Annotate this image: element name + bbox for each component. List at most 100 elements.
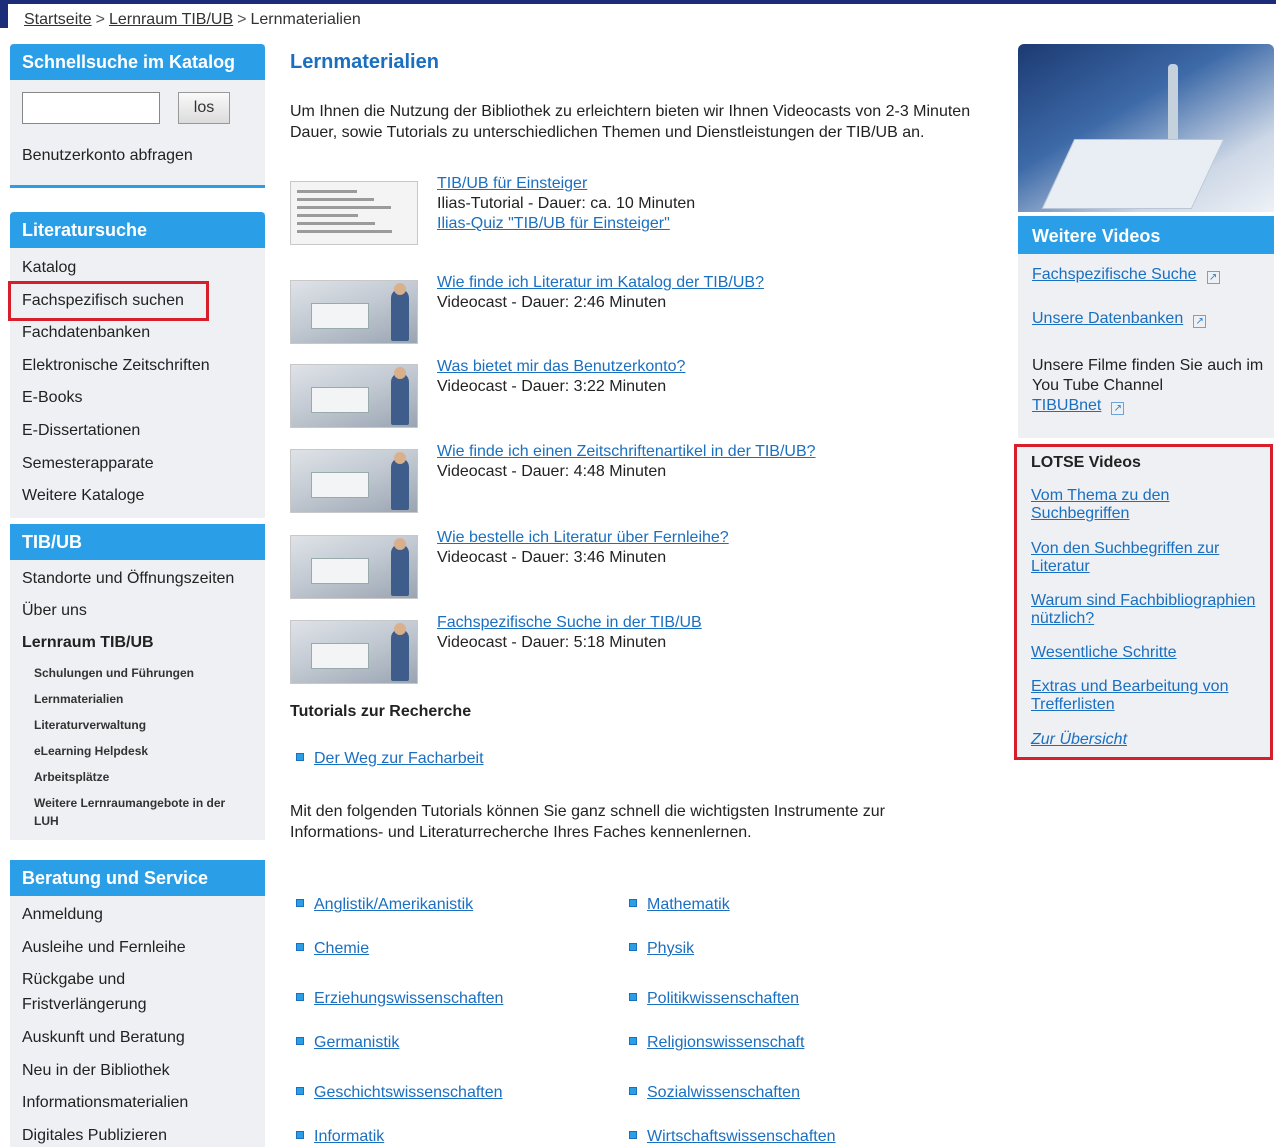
- subject-link[interactable]: Politikwissenschaften: [629, 990, 799, 1008]
- subject-link-text[interactable]: Politikwissenschaften: [647, 990, 799, 1007]
- lotse-video-link[interactable]: Wesentliche Schritte: [1031, 644, 1267, 662]
- bullet-icon: [296, 992, 304, 1001]
- media-item: Fachspezifische Suche in der TIB/UB Video…: [290, 614, 890, 686]
- subject-link[interactable]: Religionswissenschaft: [629, 1034, 804, 1052]
- beratung-title: Beratung und Service: [10, 860, 265, 896]
- subject-link[interactable]: Sozialwissenschaften: [629, 1084, 800, 1102]
- subject-link-text[interactable]: Germanistik: [314, 1034, 399, 1051]
- catalog-search-button[interactable]: los: [178, 92, 230, 124]
- account-link[interactable]: Benutzerkonto abfragen: [10, 147, 193, 165]
- media-item: Wie finde ich einen Zeitschriftenartikel…: [290, 443, 890, 515]
- subject-link[interactable]: Wirtschaftswissenschaften: [629, 1128, 836, 1146]
- video-thumbnail[interactable]: [290, 620, 418, 684]
- subject-link-text[interactable]: Physik: [647, 940, 694, 957]
- video-thumbnail[interactable]: [290, 449, 418, 513]
- sidebar-item-beratung[interactable]: Neu in der Bibliothek: [10, 1059, 170, 1083]
- sidebar-item-literatursuche[interactable]: Elektronische Zeitschriften: [10, 354, 210, 378]
- media-title-link[interactable]: TIB/UB für Einsteiger: [437, 175, 587, 193]
- subject-link[interactable]: Mathematik: [629, 896, 730, 914]
- thumb-screen-shape: [311, 387, 369, 413]
- sidebar-subitem-lernraum[interactable]: Schulungen und Führungen: [10, 664, 194, 682]
- media-quiz-link[interactable]: Ilias-Quiz "TIB/UB für Einsteiger": [437, 215, 670, 233]
- sidebar-item-beratung[interactable]: Rückgabe und: [10, 968, 125, 992]
- thumb-screen-shape: [311, 303, 369, 329]
- sidebar-item-literatursuche[interactable]: Katalog: [10, 256, 76, 280]
- sidebar-subitem-lernraum[interactable]: Arbeitsplätze: [10, 768, 109, 786]
- sidebar-item-beratung[interactable]: Informationsmaterialien: [10, 1091, 188, 1115]
- bullet-icon: [629, 898, 637, 907]
- subject-link-text[interactable]: Anglistik/Amerikanistik: [314, 896, 473, 913]
- subject-link[interactable]: Anglistik/Amerikanistik: [296, 896, 473, 914]
- catalog-search-input[interactable]: [22, 92, 160, 124]
- right-link-datenbanken[interactable]: Unsere Datenbanken ↗: [1032, 310, 1207, 328]
- youtube-channel-link[interactable]: TIBUBnet: [1032, 397, 1101, 414]
- subject-link-text[interactable]: Sozialwissenschaften: [647, 1084, 800, 1101]
- subject-link[interactable]: Germanistik: [296, 1034, 399, 1052]
- subject-link[interactable]: Geschichtswissenschaften: [296, 1084, 503, 1102]
- bullet-icon: [629, 1036, 637, 1045]
- video-thumbnail[interactable]: [290, 364, 418, 428]
- sidebar-item-tibub[interactable]: Über uns: [10, 599, 87, 623]
- media-title-link[interactable]: Wie bestelle ich Literatur über Fernleih…: [437, 529, 729, 547]
- lotse-title: LOTSE Videos: [1031, 454, 1141, 471]
- right-link-text[interactable]: Unsere Datenbanken: [1032, 310, 1183, 327]
- literatursuche-panel: Literatursuche Katalog Fachspezifisch suc…: [10, 212, 265, 518]
- subject-link-text[interactable]: Wirtschaftswissenschaften: [647, 1128, 836, 1145]
- sidebar-item-literatursuche[interactable]: Fachdatenbanken: [10, 321, 150, 345]
- media-description: Videocast - Dauer: 3:22 Minuten: [437, 378, 667, 395]
- sidebar-item-beratung[interactable]: Auskunft und Beratung: [10, 1026, 185, 1050]
- external-link-icon: ↗: [1111, 402, 1125, 415]
- media-description: Ilias-Tutorial - Dauer: ca. 10 Minuten: [437, 195, 696, 212]
- tutorial-link-facharbeit[interactable]: Der Weg zur Facharbeit: [296, 750, 484, 768]
- subject-link-text[interactable]: Geschichtswissenschaften: [314, 1084, 503, 1101]
- media-title-link[interactable]: Wie finde ich Literatur im Katalog der T…: [437, 274, 764, 292]
- right-link-fachspezifisch[interactable]: Fachspezifische Suche ↗: [1032, 266, 1220, 284]
- sidebar-subitem-lernraum[interactable]: Lernmaterialien: [10, 690, 123, 708]
- subject-link[interactable]: Physik: [629, 940, 694, 958]
- thumb-person-shape: [391, 373, 409, 425]
- sidebar-item-beratung[interactable]: Digitales Publizieren: [10, 1124, 167, 1147]
- subject-link[interactable]: Chemie: [296, 940, 369, 958]
- media-title-link[interactable]: Wie finde ich einen Zeitschriftenartikel…: [437, 443, 816, 461]
- media-item: Wie finde ich Literatur im Katalog der T…: [290, 274, 890, 346]
- lotse-video-link[interactable]: Zur Übersicht: [1031, 731, 1267, 749]
- video-thumbnail[interactable]: [290, 535, 418, 599]
- sidebar-item-beratung[interactable]: Ausleihe und Fernleihe: [10, 936, 186, 960]
- breadcrumb-lernraum[interactable]: Lernraum TIB/UB: [109, 11, 233, 28]
- subject-link-text[interactable]: Erziehungswissenschaften: [314, 990, 503, 1007]
- lotse-video-link[interactable]: Warum sind Fachbibliographien nützlich?: [1031, 592, 1267, 628]
- video-thumbnail[interactable]: [290, 280, 418, 344]
- media-title-link[interactable]: Was bietet mir das Benutzerkonto?: [437, 358, 685, 376]
- media-title-link[interactable]: Fachspezifische Suche in der TIB/UB: [437, 614, 702, 632]
- lotse-video-link[interactable]: Von den Suchbegriffen zur Literatur: [1031, 540, 1267, 576]
- subject-link-text[interactable]: Chemie: [314, 940, 369, 957]
- subject-link-text[interactable]: Religionswissenschaft: [647, 1034, 804, 1051]
- youtube-text-body: Unsere Filme finden Sie auch im You Tube…: [1032, 357, 1264, 394]
- sidebar-item-literatursuche[interactable]: E-Books: [10, 386, 82, 410]
- subject-link-text[interactable]: Mathematik: [647, 896, 730, 913]
- subject-link[interactable]: Erziehungswissenschaften: [296, 990, 503, 1008]
- sidebar-item-literatursuche[interactable]: Weitere Kataloge: [10, 484, 144, 508]
- breadcrumb-separator: >: [95, 11, 105, 28]
- tutorial-link-text[interactable]: Der Weg zur Facharbeit: [314, 750, 484, 767]
- sidebar-item-literatursuche[interactable]: E-Dissertationen: [10, 419, 140, 443]
- subject-link[interactable]: Informatik: [296, 1128, 384, 1146]
- sidebar-item-beratung[interactable]: Anmeldung: [10, 903, 103, 927]
- sidebar-item-tibub[interactable]: Lernraum TIB/UB: [10, 631, 154, 655]
- sidebar-subitem-lernraum[interactable]: eLearning Helpdesk: [10, 742, 148, 760]
- breadcrumb-home[interactable]: Startseite: [24, 11, 92, 28]
- sidebar-item-literatursuche[interactable]: Semesterapparate: [10, 452, 154, 476]
- hero-book-shape: [1041, 139, 1225, 209]
- thumb-person-shape: [391, 289, 409, 341]
- sidebar-subitem-lernraum[interactable]: Literaturverwaltung: [10, 716, 146, 734]
- sidebar-item-tibub[interactable]: Standorte und Öffnungszeiten: [10, 567, 234, 591]
- subject-link-text[interactable]: Informatik: [314, 1128, 384, 1145]
- video-thumbnail[interactable]: [290, 181, 418, 245]
- sidebar-subitem-lernraum[interactable]: Weitere Lernraumangebote in der: [10, 794, 225, 812]
- right-link-text[interactable]: Fachspezifische Suche: [1032, 266, 1197, 283]
- lotse-video-link[interactable]: Extras und Bearbeitung von Trefferlisten: [1031, 678, 1267, 714]
- breadcrumb: Startseite > Lernraum TIB/UB > Lernmateriali…: [24, 11, 361, 29]
- top-bar: [0, 0, 1276, 4]
- sidebar-subitem-lernraum[interactable]: LUH: [10, 812, 59, 830]
- lotse-video-link[interactable]: Vom Thema zu den Suchbegriffen: [1031, 487, 1267, 523]
